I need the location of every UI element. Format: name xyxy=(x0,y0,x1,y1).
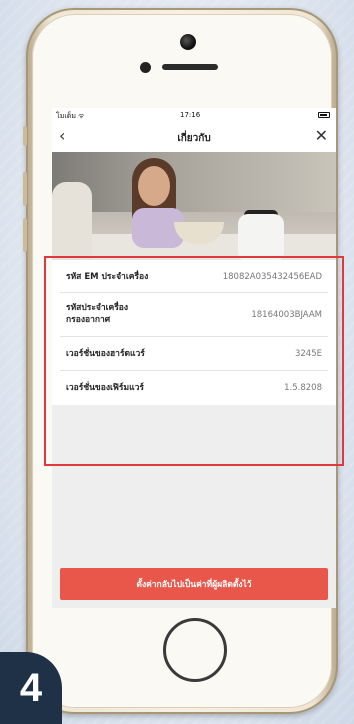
battery-icon xyxy=(318,112,330,118)
side-button-mute xyxy=(23,126,27,146)
status-time: 17:16 xyxy=(180,111,201,119)
side-button-volume-up xyxy=(23,172,27,206)
highlight-frame xyxy=(44,256,344,466)
photo-air-purifier xyxy=(238,214,284,260)
carrier-label: โมเด็ม ᯤ xyxy=(56,112,85,120)
nav-bar: ‹ เกี่ยวกับ ✕ xyxy=(52,122,336,153)
sensor-dot xyxy=(140,62,151,73)
close-icon[interactable]: ✕ xyxy=(315,126,328,145)
earpiece-speaker xyxy=(162,64,218,70)
side-button-volume-down xyxy=(23,218,27,252)
photo-woman xyxy=(52,182,92,260)
home-button[interactable] xyxy=(163,618,227,682)
photo-wall xyxy=(52,152,336,212)
factory-reset-button[interactable]: ตั้งค่ากลับไปเป็นค่าที่ผู้ผลิตตั้งไว้ xyxy=(60,568,328,600)
product-photo xyxy=(52,152,336,260)
page-title: เกี่ยวกับ xyxy=(177,133,211,144)
photo-girl-face xyxy=(138,166,170,206)
status-bar: โมเด็ม ᯤ 17:16 xyxy=(52,108,336,122)
front-camera xyxy=(180,34,196,50)
